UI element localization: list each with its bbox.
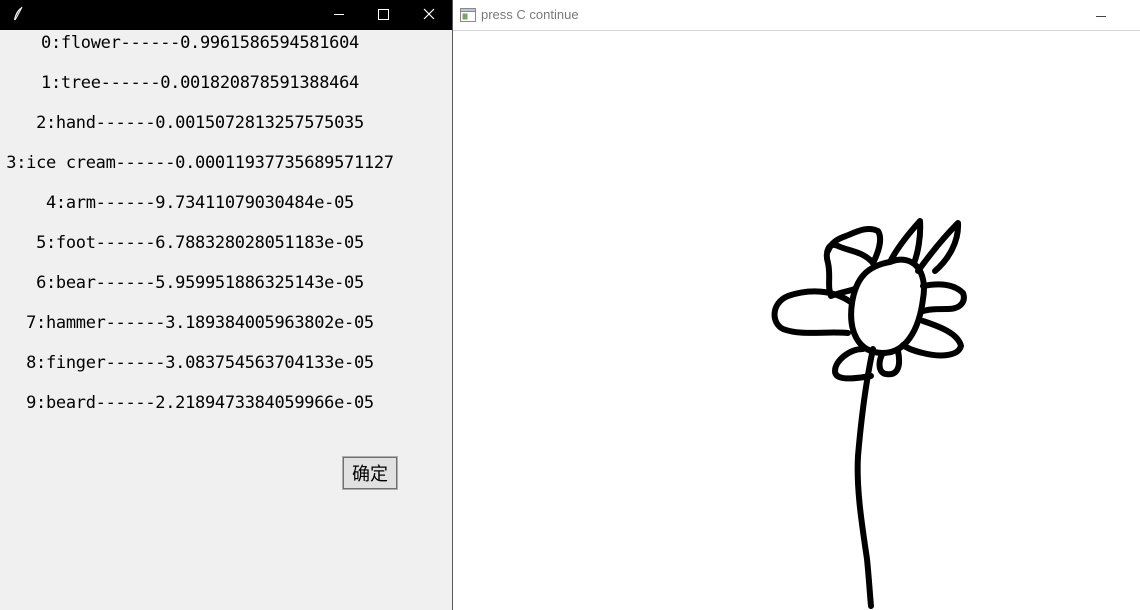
- flower-petal: [920, 281, 967, 314]
- prediction-result: 1:tree------0.001820878591388464: [41, 73, 359, 93]
- flower-stem: [854, 346, 876, 609]
- minimize-icon: [334, 14, 344, 15]
- prediction-result: 6:bear------5.959951886325143e-05: [36, 273, 364, 293]
- close-button[interactable]: [406, 0, 451, 30]
- prediction-result: 3:ice cream------0.00011937735689571127: [6, 153, 394, 173]
- minimize-button[interactable]: [316, 0, 361, 30]
- window-icon: [460, 8, 476, 22]
- prediction-window-titlebar[interactable]: [0, 0, 452, 30]
- maximize-button[interactable]: [361, 0, 406, 30]
- drawing-window-title: press C continue: [481, 7, 579, 22]
- prediction-result: 9:beard------2.2189473384059966e-05: [26, 393, 374, 413]
- drawing-canvas[interactable]: [453, 31, 1140, 610]
- prediction-result: 4:arm------9.73411079030484e-05: [46, 193, 354, 213]
- prediction-result: 8:finger------3.083754563704133e-05: [26, 353, 374, 373]
- flower-center: [848, 256, 927, 356]
- prediction-window: 0:flower------0.9961586594581604 1:tree-…: [0, 0, 453, 610]
- minimize-icon[interactable]: [1091, 6, 1111, 26]
- flower-sketch: [771, 218, 967, 609]
- flower-petal: [915, 220, 962, 274]
- ok-button[interactable]: 确定: [342, 456, 398, 490]
- feather-icon: [14, 6, 23, 21]
- prediction-result: 7:hammer------3.189384005963802e-05: [26, 313, 374, 333]
- drawing-window-titlebar[interactable]: press C continue: [453, 0, 1140, 31]
- prediction-result: 5:foot------6.788328028051183e-05: [36, 233, 364, 253]
- prediction-result: 2:hand------0.0015072813257575035: [36, 113, 364, 133]
- flower-petal: [771, 288, 855, 336]
- close-icon: [423, 8, 435, 20]
- drawing-window: press C continue: [453, 0, 1140, 610]
- maximize-icon: [378, 9, 389, 20]
- prediction-result: 0:flower------0.9961586594581604: [41, 33, 359, 53]
